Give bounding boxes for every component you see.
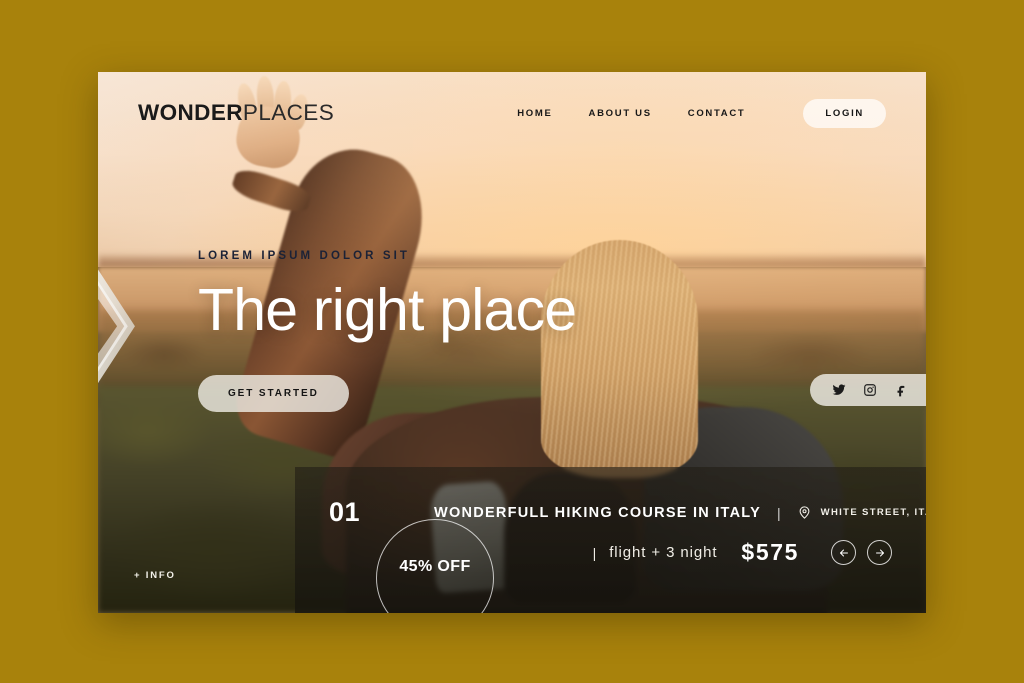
nav-item-home[interactable]: HOME: [517, 108, 552, 119]
facebook-icon[interactable]: [894, 383, 908, 397]
offer-panel: 01 WONDERFULL HIKING COURSE IN ITALY | W…: [295, 467, 926, 613]
offer-panel-top-row: 01 WONDERFULL HIKING COURSE IN ITALY | W…: [295, 497, 926, 528]
offer-separator: |: [777, 504, 781, 521]
hero-content: LOREM IPSUM DOLOR SIT The right place GE…: [198, 250, 577, 413]
twitter-icon[interactable]: [832, 383, 846, 397]
offer-location: WHITE STREET, ITALY: [797, 505, 926, 520]
offer-title: WONDERFULL HIKING COURSE IN ITALY: [434, 504, 762, 521]
login-button[interactable]: LOGIN: [803, 98, 886, 128]
price-group: | flight + 3 night $575: [593, 539, 892, 566]
hero-eyebrow: LOREM IPSUM DOLOR SIT: [198, 250, 411, 262]
offer-number: 01: [329, 497, 361, 527]
hero-card: WONDERPLACES HOME ABOUT US CONTACT LOGIN…: [98, 72, 926, 613]
main-navigation: HOME ABOUT US CONTACT LOGIN: [517, 98, 886, 128]
logo-bold-text: WONDER: [138, 100, 243, 125]
nav-item-contact[interactable]: CONTACT: [688, 108, 746, 119]
price-value: $575: [741, 539, 799, 565]
carousel-controls: [831, 540, 892, 565]
social-links-rail: [810, 374, 926, 406]
site-header: WONDERPLACES HOME ABOUT US CONTACT LOGIN: [98, 72, 926, 154]
site-logo[interactable]: WONDERPLACES: [138, 100, 334, 126]
next-slide-button[interactable]: [867, 540, 892, 565]
price-label: flight + 3 night: [609, 544, 718, 561]
instagram-icon[interactable]: [863, 383, 877, 397]
logo-light-text: PLACES: [242, 100, 335, 125]
sleeve-cuff: [229, 166, 314, 218]
page-canvas: WONDERPLACES HOME ABOUT US CONTACT LOGIN…: [0, 0, 1024, 683]
location-pin-icon: [797, 505, 812, 520]
discount-badge: 45% OFF: [376, 519, 494, 613]
nav-item-about-us[interactable]: ABOUT US: [589, 108, 652, 119]
previous-slide-button[interactable]: [831, 540, 856, 565]
hero-headline: The right place: [198, 277, 577, 343]
price-separator: |: [592, 544, 597, 561]
get-started-button[interactable]: GET STARTED: [198, 375, 349, 413]
offer-panel-bottom-row: | flight + 3 night $575: [295, 539, 926, 566]
offer-location-text: WHITE STREET, ITALY: [820, 507, 926, 518]
more-info-link[interactable]: + INFO: [134, 570, 176, 581]
